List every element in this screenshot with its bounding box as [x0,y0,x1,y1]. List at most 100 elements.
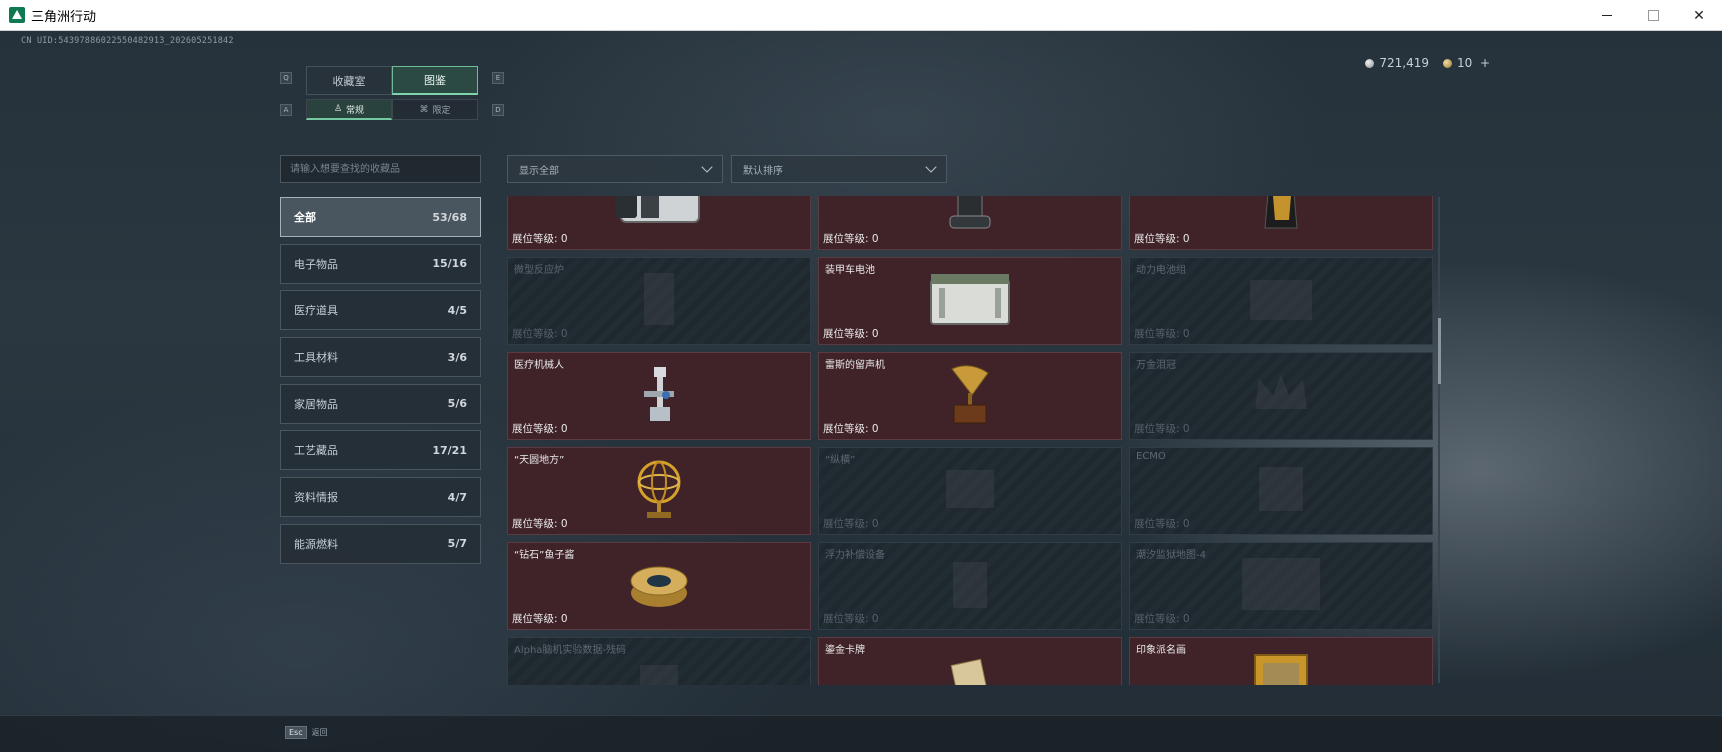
data-chip-icon [634,659,684,685]
card-name: “钻石”鱼子酱 [514,550,575,561]
card-name: 医疗机械人 [514,360,564,371]
flask-icon: ♙ [333,104,343,114]
category-count: 4/7 [447,490,467,504]
collection-card[interactable]: 浮力补偿设备 展位等级: 0 [818,542,1122,630]
card-name: ECMO [1136,451,1166,462]
category-item[interactable]: 电子物品 15/16 [280,243,481,284]
chevron-down-icon [701,161,713,173]
card-name: 浮力补偿设备 [825,550,885,561]
category-label: 医疗道具 [294,304,338,318]
category-item[interactable]: 资料情报 4/7 [280,477,481,518]
collection-card[interactable]: 印象派名画展位等级: 0 [1129,637,1433,685]
collection-card[interactable]: “钻石”鱼子酱 展位等级: 0 [507,542,811,630]
category-count: 5/6 [447,397,467,411]
collection-card[interactable]: 展位等级: 0 [507,196,811,250]
card-level: 展位等级: 0 [1134,423,1190,435]
collection-card[interactable]: 展位等级: 0 [818,196,1122,250]
reactor-icon [634,269,684,333]
category-item[interactable]: 工具材料 3/6 [280,337,481,378]
collection-card[interactable]: 鎏金卡牌展位等级: 0 [818,637,1122,685]
card-name: “纵横” [825,455,856,466]
app-logo-icon [9,7,25,23]
tab-catalog[interactable]: 图鉴 [392,66,478,95]
collection-card[interactable]: 医疗机械人展位等级: 0 [507,352,811,440]
card-name: 鎏金卡牌 [825,645,865,656]
card-level: 展位等级: 0 [512,423,568,435]
medical-robot-icon [636,363,682,429]
gold-coin-icon [1443,59,1453,68]
collection-card[interactable]: “天圆地方” 展位等级: 0 [507,447,811,535]
card-level: 展位等级: 0 [1134,518,1190,530]
collection-card[interactable]: 万金泪冠展位等级: 0 [1129,352,1433,440]
key-hint-e: E [492,72,504,84]
collection-card[interactable]: 微型反应炉 展位等级: 0 [507,257,811,345]
tab-collection-room[interactable]: 收藏室 [306,66,392,95]
scrollbar-thumb[interactable] [1438,318,1441,384]
back-button[interactable]: Esc 返回 [285,726,328,739]
card-name: 雷斯的留声机 [825,360,885,371]
card-level: 展位等级: 0 [823,518,879,530]
collection-card[interactable]: 装甲车电池 展位等级: 0 [818,257,1122,345]
robot-vacuum-icon [942,196,998,236]
armillary-sphere-icon [633,456,685,526]
maximize-button[interactable] [1630,0,1676,31]
card-name: 印象派名画 [1136,645,1186,656]
card-level: 展位等级: 0 [823,423,879,435]
card-name: 万金泪冠 [1136,360,1176,371]
bcd-vest-icon [943,556,997,616]
category-label: 电子物品 [294,257,338,271]
subtab-limited[interactable]: ⌘ 限定 [392,99,478,120]
minimize-button[interactable] [1584,0,1630,31]
subtab-regular[interactable]: ♙ 常规 [306,99,392,120]
card-level: 展位等级: 0 [823,613,879,625]
category-item[interactable]: 全部 53/68 [280,197,481,237]
ecmo-machine-icon [1251,461,1311,521]
window-title: 三角洲行动 [31,9,97,25]
collection-card[interactable]: 展位等级: 0 [1129,196,1433,250]
card-level: 展位等级: 0 [823,233,879,245]
sort-dropdown[interactable]: 默认排序 [731,155,947,183]
category-list: 全部 53/68 电子物品 15/16 医疗道具 4/5 工具材料 3/6 家居物品 5/6 工艺藏… [280,197,481,571]
key-hint-a: A [280,104,292,116]
window-titlebar: 三角洲行动 ✕ [0,0,1722,31]
collection-grid: 展位等级: 0 展位等级: 0 展位等级: 0 微型反应炉 展位等级: 0 装甲车电池 展位… [507,196,1436,685]
category-item[interactable]: 能源燃料 5/7 [280,523,481,564]
key-hint-q: Q [280,72,292,84]
display-filter-dropdown[interactable]: 显示全部 [507,155,723,183]
category-count: 5/7 [447,537,467,551]
scrollbar-track[interactable] [1438,197,1440,683]
map-icon [1238,554,1324,618]
bottom-bar: Esc 返回 [0,715,1722,752]
collection-card[interactable]: Alpha脑机实验数据-残码展位等级: 0 [507,637,811,685]
card-level: 展位等级: 0 [512,518,568,530]
collection-card[interactable]: 动力电池组 展位等级: 0 [1129,257,1433,345]
close-button[interactable]: ✕ [1676,0,1722,31]
coffee-bag-icon [1261,196,1301,236]
card-level: 展位等级: 0 [1134,613,1190,625]
silver-coin-icon [1365,59,1375,68]
card-name: “天圆地方” [514,455,565,466]
collection-card[interactable]: 雷斯的留声机 展位等级: 0 [818,352,1122,440]
category-label: 工具材料 [294,351,338,365]
card-level: 展位等级: 0 [512,233,568,245]
search-input[interactable] [280,155,481,183]
collection-card[interactable]: “纵横” 展位等级: 0 [818,447,1122,535]
game-board-icon [940,464,1000,518]
card-level: 展位等级: 0 [1134,233,1190,245]
collection-card[interactable]: ECMO 展位等级: 0 [1129,447,1433,535]
currency-bar: 721,419 10 + [1365,56,1490,70]
user-uid: CN UID:543978860225504829​13_20260525184… [21,36,234,46]
card-name: 潮汐监狱地图-4 [1136,550,1206,561]
battery-pack-icon [1246,274,1316,328]
category-label: 全部 [294,211,316,224]
add-currency-button[interactable]: + [1480,56,1490,70]
category-item[interactable]: 医疗道具 4/5 [280,290,481,331]
card-name: 装甲车电池 [825,265,875,276]
caviar-tin-icon [627,555,691,617]
limited-icon: ⌘ [419,104,429,115]
category-count: 17/21 [432,443,467,457]
collection-card[interactable]: 潮汐监狱地图-4 展位等级: 0 [1129,542,1433,630]
chevron-down-icon [925,161,937,173]
category-item[interactable]: 工艺藏品 17/21 [280,430,481,471]
category-item[interactable]: 家居物品 5/6 [280,383,481,424]
